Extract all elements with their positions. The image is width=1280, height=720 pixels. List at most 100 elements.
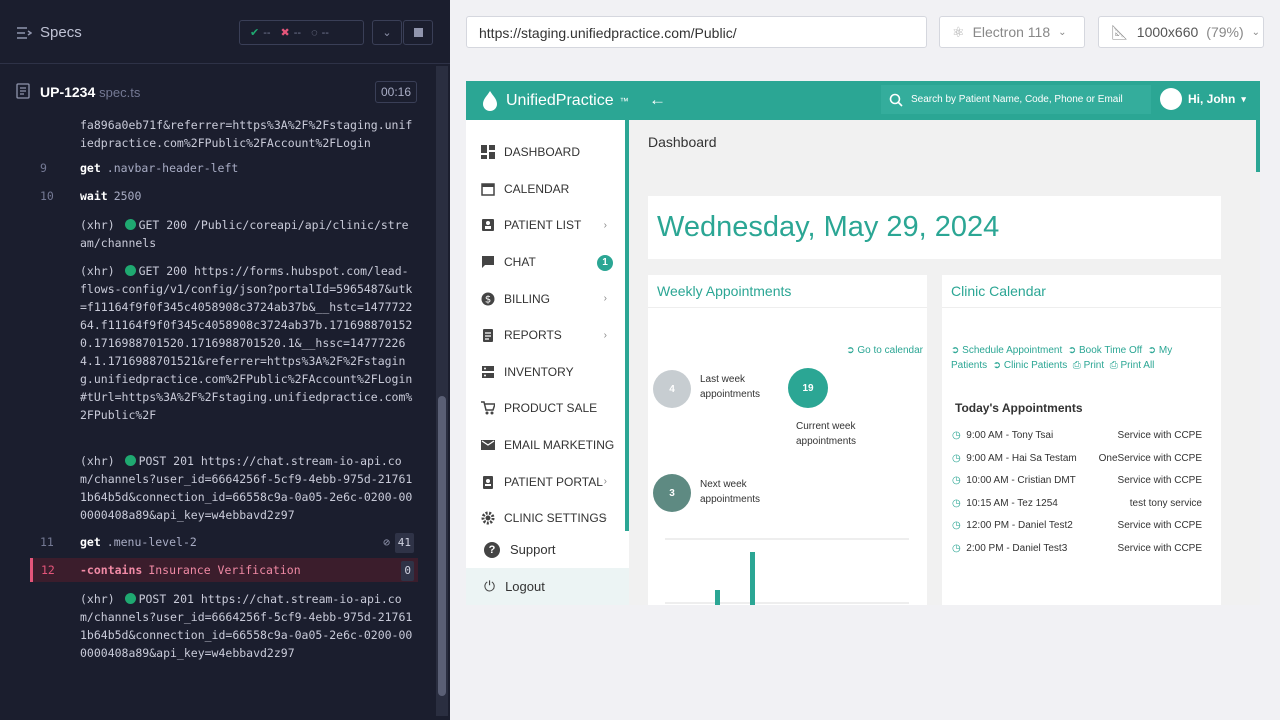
support-link[interactable]: ? Support [466, 531, 629, 568]
menu-item-reports[interactable]: REPORTS › [466, 317, 629, 354]
menu-item-inventory[interactable]: INVENTORY [466, 354, 629, 391]
appointment-service: test tony service [1129, 498, 1202, 509]
link-label: Clinic Patients [1003, 359, 1068, 371]
chevron-down-icon: ⌄ [1251, 26, 1261, 38]
brand-logo[interactable]: UnifiedPractice ™ [466, 81, 629, 120]
chevron-down-icon: ▾ [1241, 93, 1246, 104]
appointment-service: OneService with CCPE [1098, 453, 1202, 464]
chevron-right-icon: › [603, 329, 607, 341]
chevron-down-button[interactable]: ⌄ [372, 20, 402, 45]
menu-item-chat[interactable]: CHAT 1 [466, 244, 629, 281]
stop-icon [413, 28, 423, 37]
command-name: get [80, 161, 101, 175]
schedule-appointment-link[interactable]: ➲ Schedule Appointment [951, 345, 1062, 356]
viewport-size: 1000x660 [1136, 24, 1199, 40]
x-icon: ✖ [280, 27, 290, 39]
menu-item-billing[interactable]: $ BILLING › [466, 280, 629, 317]
menu-item-patient-portal[interactable]: PATIENT PORTAL › [466, 463, 629, 500]
status-dot-icon [124, 219, 136, 230]
clock-icon: ◷ [952, 520, 961, 531]
menu-item-product-sale[interactable]: PRODUCT SALE [466, 390, 629, 427]
clinic-patients-link[interactable]: ➲ Clinic Patients [993, 360, 1068, 371]
help-icon: ? [484, 541, 500, 558]
card-title: Weekly Appointments [648, 275, 927, 308]
xhr-row[interactable]: (xhr) POST 201 https://chat.stream-io-ap… [80, 590, 414, 662]
logout-button[interactable]: ⏻ Logout [466, 568, 629, 605]
appointment-time: 10:00 AM - Cristian DMT [966, 475, 1076, 486]
chevron-down-icon: ⌄ [382, 27, 392, 39]
calendar-icon [480, 181, 496, 197]
back-arrow-icon[interactable]: ← [649, 90, 666, 110]
next-week-label: Next week appointments [700, 479, 761, 505]
xhr-label: (xhr) [80, 592, 115, 606]
pending-icon: ◌ [311, 26, 318, 39]
command-name: wait [80, 189, 108, 203]
status-dot-icon [124, 593, 136, 604]
url-bar[interactable]: https://staging.unifiedpractice.com/Publ… [466, 16, 927, 48]
support-label: Support [510, 542, 556, 557]
spec-header: UP-1234 spec.ts 00:16 [0, 78, 432, 106]
svg-text:$: $ [485, 294, 491, 305]
zoom-level: (79%) [1206, 24, 1244, 40]
failed-command-row[interactable]: 12 -contains Insurance Verification 0 [30, 558, 418, 582]
command-number: 9 [40, 161, 47, 175]
xhr-row[interactable]: (xhr) GET 200 /Public/coreapi/api/clinic… [80, 216, 414, 252]
command-number: 11 [40, 535, 54, 549]
stop-button[interactable] [403, 20, 433, 45]
menu-label: PATIENT LIST [504, 218, 582, 233]
specs-title: Specs [40, 24, 82, 41]
brand-name: UnifiedPractice [506, 91, 614, 109]
xhr-row[interactable]: (xhr) GET 200 https://forms.hubspot.com/… [80, 262, 414, 424]
appointment-service: Service with CCPE [1117, 543, 1202, 554]
electron-icon: ⚛ [952, 23, 965, 40]
specs-list-icon [17, 26, 32, 39]
pending-count: -- [321, 26, 329, 39]
search-icon [889, 93, 903, 107]
dashboard-icon [480, 144, 496, 160]
appointment-row[interactable]: ◷ 10:15 AM - Tez 1254 test tony service [952, 498, 1202, 509]
menu-item-patient-list[interactable]: PATIENT LIST › [466, 207, 629, 244]
main-menu: DASHBOARD CALENDAR PATIENT LIST › CHAT 1 $… [466, 134, 629, 537]
app-under-test: UnifiedPractice ™ DASHBOARD CALENDAR PATI… [466, 81, 1260, 605]
viewport-selector[interactable]: 📐︎ 1000x660 (79%) ⌄ [1098, 16, 1264, 48]
user-menu[interactable]: Hi, John ▾ [1160, 88, 1246, 110]
chevron-right-icon: › [603, 219, 607, 231]
scrollbar-thumb[interactable] [438, 396, 446, 696]
xhr-row[interactable]: (xhr) POST 201 https://chat.stream-io-ap… [80, 452, 414, 524]
cart-icon [480, 400, 496, 416]
command-log-scrollbar[interactable] [436, 66, 448, 716]
logo-icon [483, 90, 497, 111]
go-to-calendar-link[interactable]: ➲ Go to calendar [846, 345, 923, 356]
status-dot-icon [124, 265, 136, 276]
patient-search-input[interactable]: Search by Patient Name, Code, Phone or E… [881, 85, 1151, 114]
appointment-row[interactable]: ◷ 12:00 PM - Daniel Test2 Service with CC… [952, 520, 1202, 531]
ruler-icon: 📐︎ [1111, 23, 1129, 40]
specs-toggle[interactable]: Specs [16, 24, 82, 41]
print-link[interactable]: ⎙ Print [1073, 360, 1104, 371]
test-stats: ✔ -- ✖ -- ◌ -- [239, 20, 364, 45]
command-arg: 2500 [113, 189, 142, 203]
printer-icon: ⎙ [1109, 359, 1118, 371]
appointment-row[interactable]: ◷ 9:00 AM - Hai Sa Testam OneService with… [952, 453, 1202, 464]
scroll-indicator [1256, 120, 1260, 172]
menu-item-email-marketing[interactable]: EMAIL MARKETING [466, 427, 629, 464]
menu-item-calendar[interactable]: CALENDAR [466, 171, 629, 208]
chevron-right-icon: › [603, 476, 607, 488]
portal-icon [480, 474, 496, 490]
current-week-count: 19 [788, 368, 828, 408]
last-week-count: 4 [653, 370, 691, 408]
appointment-row[interactable]: ◷ 2:00 PM - Daniel Test3 Service with CCP… [952, 543, 1202, 554]
print-all-link[interactable]: ⎙ Print All [1110, 360, 1155, 371]
menu-item-dashboard[interactable]: DASHBOARD [466, 134, 629, 171]
spec-name: UP-1234 spec.ts [40, 84, 140, 100]
menu-label: CHAT [504, 255, 536, 270]
link-label: Print All [1120, 359, 1155, 371]
book-time-off-link[interactable]: ➲ Book Time Off [1068, 345, 1142, 356]
appointment-row[interactable]: ◷ 9:00 AM - Tony Tsai Service with CCPE [952, 430, 1202, 441]
command-number: 12 [41, 563, 55, 577]
dashboard-main: Dashboard Wednesday, May 29, 2024 Weekly… [629, 120, 1260, 605]
date-heading: Wednesday, May 29, 2024 [648, 196, 1221, 259]
email-icon [480, 437, 496, 453]
appointment-row[interactable]: ◷ 10:00 AM - Cristian DMT Service with CC… [952, 475, 1202, 486]
browser-selector[interactable]: ⚛ Electron 118 ⌄ [939, 16, 1085, 48]
